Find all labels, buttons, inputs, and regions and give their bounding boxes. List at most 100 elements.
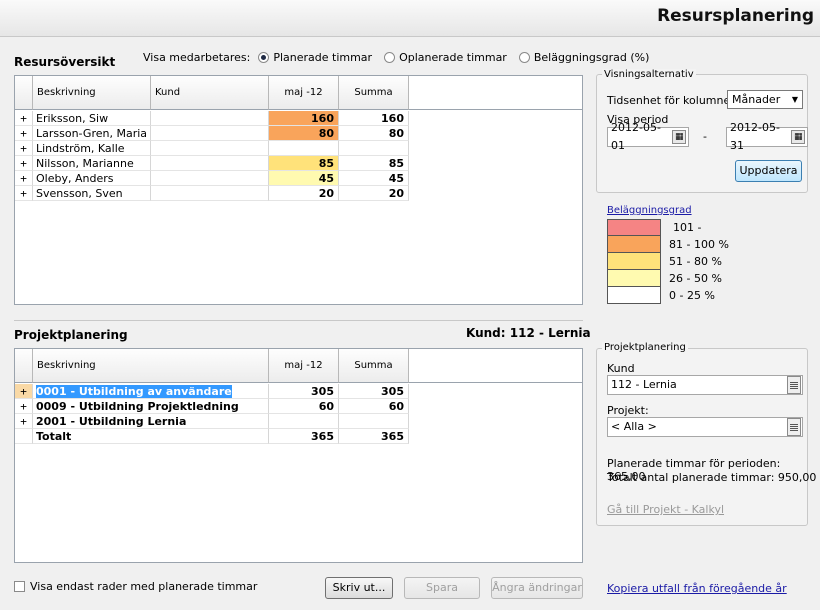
selected-project-text[interactable]: 0001 - Utbildning av användare bbox=[36, 385, 232, 398]
table-row[interactable]: +0001 - Utbildning av användare 305 305 bbox=[15, 384, 409, 399]
overview-title: Resursöversikt bbox=[14, 55, 116, 69]
kund-label: Kund bbox=[607, 362, 635, 375]
legend-swatch bbox=[607, 287, 661, 304]
project-grid[interactable]: Beskrivning maj -12 Summa +0001 - Utbild… bbox=[14, 348, 583, 563]
sum-cell: 80 bbox=[339, 126, 409, 141]
table-row[interactable]: Totalt 365 365 bbox=[15, 429, 409, 444]
customer-cell bbox=[151, 141, 269, 156]
app-title: Resursplanering bbox=[657, 6, 814, 26]
list-picker-icon[interactable] bbox=[787, 418, 801, 436]
unit-select[interactable]: Månader ▼ bbox=[727, 90, 803, 109]
sum-cell: 45 bbox=[339, 171, 409, 186]
col-header-description[interactable]: Beskrivning bbox=[33, 349, 269, 383]
copy-previous-year-link[interactable]: Kopiera utfall från föregående år bbox=[607, 582, 787, 595]
expand-toggle[interactable] bbox=[15, 429, 33, 444]
date-to-input[interactable]: 2012-05-31 ▦ bbox=[726, 121, 808, 152]
grid-corner bbox=[15, 349, 33, 383]
table-row[interactable]: + Svensson, Sven 20 20 bbox=[15, 186, 409, 201]
section-divider bbox=[14, 320, 583, 321]
expand-toggle[interactable]: + bbox=[15, 111, 33, 126]
project-name[interactable]: 2001 - Utbildning Lernia bbox=[33, 414, 269, 429]
planned-total-text: Totalt antal planerade timmar: 950,00 bbox=[607, 471, 817, 484]
month-hours-cell[interactable]: 305 bbox=[269, 384, 339, 399]
radio-occupancy[interactable] bbox=[518, 52, 530, 63]
legend-label: 81 - 100 % bbox=[669, 238, 729, 251]
col-header-sum[interactable]: Summa bbox=[339, 76, 409, 110]
chevron-down-icon: ▼ bbox=[791, 95, 798, 104]
legend-swatch bbox=[607, 236, 661, 253]
print-button[interactable]: Skriv ut... bbox=[325, 577, 393, 599]
header-filler bbox=[409, 349, 582, 383]
date-from-input[interactable]: 2012-05-01 ▦ bbox=[607, 121, 689, 152]
table-row[interactable]: + Lindström, Kalle bbox=[15, 141, 409, 156]
sum-cell: 305 bbox=[339, 384, 409, 399]
sum-cell: 20 bbox=[339, 186, 409, 201]
col-header-sum[interactable]: Summa bbox=[339, 349, 409, 383]
list-picker-icon[interactable] bbox=[787, 376, 801, 394]
unit-select-value: Månader bbox=[732, 93, 781, 106]
project-customer: Kund: 112 - Lernia bbox=[466, 326, 591, 340]
update-button[interactable]: Uppdatera bbox=[735, 160, 802, 182]
only-planned-option[interactable]: Visa endast rader med planerade timmar bbox=[14, 580, 257, 593]
month-hours-cell[interactable]: 20 bbox=[269, 186, 339, 201]
col-header-month[interactable]: maj -12 bbox=[269, 349, 339, 383]
project-name[interactable]: 0001 - Utbildning av användare bbox=[33, 384, 269, 399]
table-row[interactable]: + Eriksson, Siw 160 160 bbox=[15, 111, 409, 126]
legend-swatch bbox=[607, 219, 661, 236]
employee-name: Nilsson, Marianne bbox=[33, 156, 151, 171]
employee-name: Eriksson, Siw bbox=[33, 111, 151, 126]
month-hours-cell[interactable]: 60 bbox=[269, 399, 339, 414]
only-planned-checkbox[interactable] bbox=[14, 581, 25, 592]
overview-grid[interactable]: Beskrivning Kund maj -12 Summa + Eriksson… bbox=[14, 75, 583, 305]
sum-cell: 365 bbox=[339, 429, 409, 444]
legend-label: 26 - 50 % bbox=[669, 272, 722, 285]
table-row[interactable]: + Larsson-Gren, Maria 80 80 bbox=[15, 126, 409, 141]
month-hours-cell[interactable]: 365 bbox=[269, 429, 339, 444]
expand-toggle[interactable]: + bbox=[15, 384, 33, 399]
goto-project-link[interactable]: Gå till Projekt - Kalkyl bbox=[607, 503, 724, 516]
project-name[interactable]: 0009 - Utbildning Projektledning bbox=[33, 399, 269, 414]
project-name[interactable]: Totalt bbox=[33, 429, 269, 444]
save-button[interactable]: Spara bbox=[404, 577, 480, 599]
table-row[interactable]: +2001 - Utbildning Lernia bbox=[15, 414, 409, 429]
expand-toggle[interactable]: + bbox=[15, 186, 33, 201]
employee-name: Svensson, Sven bbox=[33, 186, 151, 201]
calendar-icon[interactable]: ▦ bbox=[791, 130, 805, 144]
col-header-month[interactable]: maj -12 bbox=[269, 76, 339, 110]
legend-label: 101 - bbox=[673, 221, 702, 234]
undo-button[interactable]: Ångra ändringar bbox=[491, 577, 583, 599]
legend-label: 0 - 25 % bbox=[669, 289, 715, 302]
month-hours-cell[interactable]: 85 bbox=[269, 156, 339, 171]
expand-toggle[interactable]: + bbox=[15, 126, 33, 141]
legend-label: 51 - 80 % bbox=[669, 255, 722, 268]
expand-toggle[interactable]: + bbox=[15, 156, 33, 171]
table-row[interactable]: +0009 - Utbildning Projektledning 60 60 bbox=[15, 399, 409, 414]
month-hours-cell[interactable]: 80 bbox=[269, 126, 339, 141]
month-hours-cell[interactable] bbox=[269, 414, 339, 429]
radio-unplanned[interactable] bbox=[384, 52, 396, 63]
radio-planned[interactable] bbox=[258, 52, 270, 63]
employee-name: Oleby, Anders bbox=[33, 171, 151, 186]
project-panel-title: Projektplanering bbox=[602, 342, 688, 353]
customer-cell bbox=[151, 156, 269, 171]
table-row[interactable]: + Oleby, Anders 45 45 bbox=[15, 171, 409, 186]
legend-title[interactable]: Beläggningsgrad bbox=[607, 205, 692, 216]
kund-field[interactable]: 112 - Lernia bbox=[607, 375, 803, 395]
projekt-field[interactable]: < Alla > bbox=[607, 417, 803, 437]
month-hours-cell[interactable]: 45 bbox=[269, 171, 339, 186]
col-header-customer[interactable]: Kund bbox=[151, 76, 269, 110]
show-label: Visa medarbetares: bbox=[143, 51, 251, 64]
calendar-icon[interactable]: ▦ bbox=[672, 130, 686, 144]
radio-unplanned-label[interactable]: Oplanerade timmar bbox=[399, 51, 507, 64]
expand-toggle[interactable]: + bbox=[15, 414, 33, 429]
only-planned-label[interactable]: Visa endast rader med planerade timmar bbox=[30, 580, 257, 593]
radio-occupancy-label[interactable]: Beläggningsgrad (%) bbox=[534, 51, 650, 64]
expand-toggle[interactable]: + bbox=[15, 399, 33, 414]
col-header-description[interactable]: Beskrivning bbox=[33, 76, 151, 110]
expand-toggle[interactable]: + bbox=[15, 141, 33, 156]
month-hours-cell[interactable] bbox=[269, 141, 339, 156]
expand-toggle[interactable]: + bbox=[15, 171, 33, 186]
table-row[interactable]: + Nilsson, Marianne 85 85 bbox=[15, 156, 409, 171]
radio-planned-label[interactable]: Planerade timmar bbox=[273, 51, 372, 64]
month-hours-cell[interactable]: 160 bbox=[269, 111, 339, 126]
